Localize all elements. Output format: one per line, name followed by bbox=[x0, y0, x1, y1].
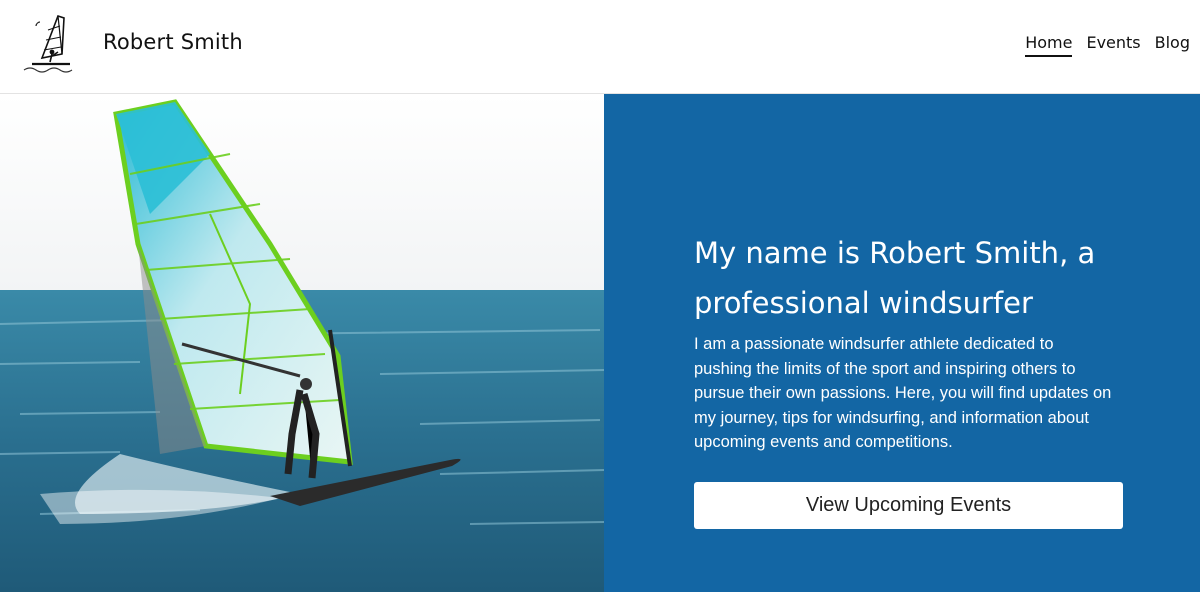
nav-blog-link[interactable]: Blog bbox=[1155, 33, 1190, 57]
hero-panel: My name is Robert Smith, a professional … bbox=[604, 94, 1200, 592]
main-nav: Home Events Blog bbox=[1025, 33, 1190, 57]
view-upcoming-events-button[interactable]: View Upcoming Events bbox=[694, 482, 1123, 529]
nav-events-link[interactable]: Events bbox=[1086, 33, 1140, 57]
site-header: Robert Smith Home Events Blog bbox=[0, 0, 1200, 94]
nav-home-link[interactable]: Home bbox=[1025, 33, 1073, 57]
windsurfer-photo bbox=[0, 94, 604, 592]
hero-description: I am a passionate windsurfer athlete ded… bbox=[694, 335, 1112, 451]
windsurfer-logo-icon[interactable] bbox=[18, 12, 84, 78]
site-name[interactable]: Robert Smith bbox=[103, 30, 243, 54]
hero-title: My name is Robert Smith, a professional … bbox=[694, 236, 1096, 320]
